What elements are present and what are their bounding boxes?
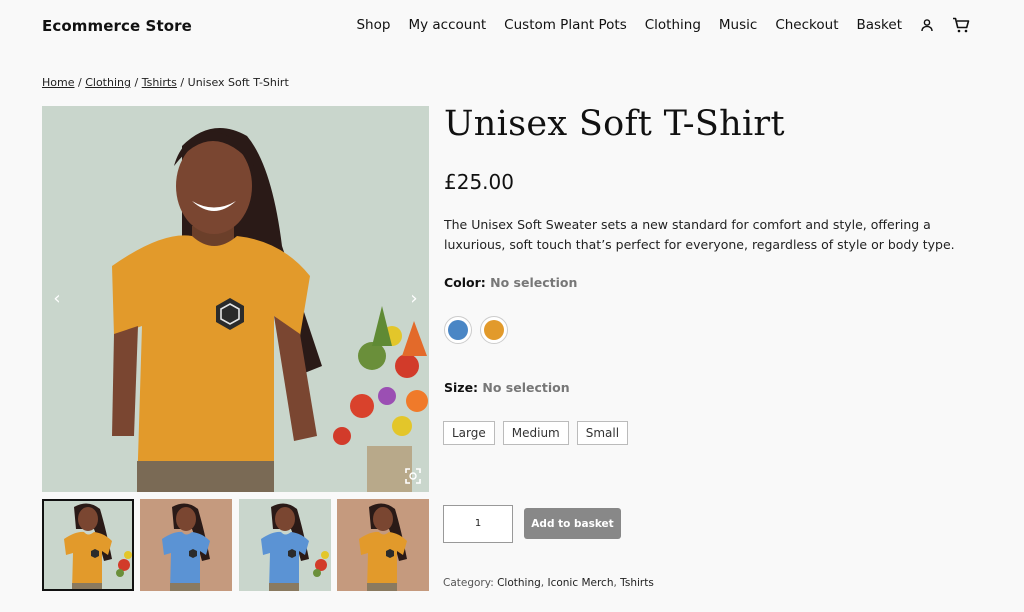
size-medium-button[interactable]: Medium <box>502 421 569 445</box>
add-to-basket-button[interactable]: Add to basket <box>524 508 621 539</box>
gallery-thumbnails <box>42 499 429 591</box>
size-options: Large Medium Small <box>443 421 636 445</box>
thumbnail-image <box>140 499 233 591</box>
nav-custom-plant-pots[interactable]: Custom Plant Pots <box>504 17 627 33</box>
breadcrumb-home[interactable]: Home <box>42 76 74 89</box>
color-swatch-blue[interactable] <box>444 316 472 344</box>
zoom-icon[interactable] <box>405 468 421 484</box>
breadcrumb: Home / Clothing / Tshirts / Unisex Soft … <box>42 76 289 89</box>
color-selection: No selection <box>490 275 578 290</box>
thumbnail-image <box>42 499 134 591</box>
size-large-button[interactable]: Large <box>443 421 495 445</box>
nav-basket[interactable]: Basket <box>856 17 902 33</box>
breadcrumb-current: Unisex Soft T-Shirt <box>187 76 289 89</box>
nav-checkout[interactable]: Checkout <box>775 17 838 33</box>
size-small-button[interactable]: Small <box>576 421 629 445</box>
color-label: Color: <box>444 275 486 290</box>
size-attribute-label: Size: No selection <box>444 380 570 395</box>
category-link-iconic-merch[interactable]: Iconic Merch <box>547 577 613 589</box>
color-swatches <box>444 316 516 344</box>
breadcrumb-separator: / <box>77 76 82 89</box>
thumbnail[interactable] <box>238 499 331 591</box>
gallery-next-icon[interactable]: › <box>404 289 424 309</box>
swatch-color-fill <box>448 320 468 340</box>
site-title[interactable]: Ecommerce Store <box>42 17 192 35</box>
thumbnail-image <box>336 499 429 591</box>
category-label: Category: <box>443 577 494 589</box>
thumbnail-image <box>238 499 331 591</box>
breadcrumb-separator: / <box>134 76 139 89</box>
size-selection: No selection <box>482 380 570 395</box>
category-link-tshirts[interactable]: Tshirts <box>620 577 654 589</box>
nav-shop[interactable]: Shop <box>356 17 390 33</box>
site-header: Ecommerce Store Shop My account Custom P… <box>0 0 1024 52</box>
product-categories: Category: Clothing, Iconic Merch, Tshirt… <box>443 577 654 589</box>
nav-my-account[interactable]: My account <box>408 17 486 33</box>
category-link-clothing[interactable]: Clothing <box>497 577 541 589</box>
breadcrumb-tshirts[interactable]: Tshirts <box>142 76 177 89</box>
swatch-color-fill <box>484 320 504 340</box>
user-icon[interactable] <box>920 18 934 32</box>
main-nav: Shop My account Custom Plant Pots Clothi… <box>338 17 970 33</box>
breadcrumb-clothing[interactable]: Clothing <box>85 76 131 89</box>
thumbnail[interactable] <box>336 499 429 591</box>
gallery-prev-icon[interactable]: ‹ <box>47 289 67 309</box>
nav-music[interactable]: Music <box>719 17 757 33</box>
thumbnail[interactable] <box>140 499 233 591</box>
color-attribute-label: Color: No selection <box>444 275 577 290</box>
breadcrumb-separator: / <box>180 76 185 89</box>
product-image-main[interactable]: ‹ › <box>42 106 429 492</box>
nav-clothing[interactable]: Clothing <box>645 17 701 33</box>
thumbnail[interactable] <box>42 499 134 591</box>
product-price: £25.00 <box>444 170 514 194</box>
size-label: Size: <box>444 380 479 395</box>
product-title: Unisex Soft T-Shirt <box>444 104 785 144</box>
cart-icon[interactable] <box>952 17 970 33</box>
color-swatch-orange[interactable] <box>480 316 508 344</box>
product-description: The Unisex Soft Sweater sets a new stand… <box>444 217 955 252</box>
quantity-input[interactable]: 1 <box>443 505 513 543</box>
product-photo <box>42 106 429 492</box>
